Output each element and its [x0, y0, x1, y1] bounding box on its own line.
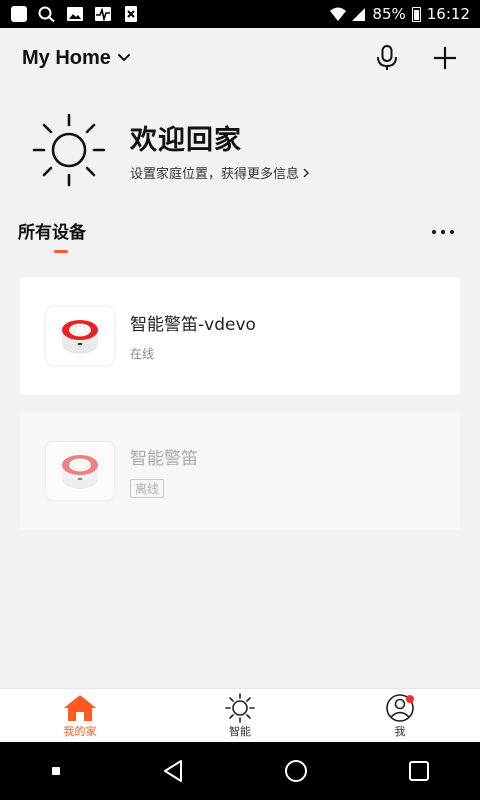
x-box-icon: [125, 6, 137, 22]
tab-label: 我: [394, 724, 406, 738]
welcome-banner[interactable]: 欢迎回家 设置家庭位置，获得更多信息: [30, 113, 460, 187]
tab-me[interactable]: 我: [320, 689, 480, 742]
device-status: 在线: [130, 347, 155, 361]
square-icon: [11, 6, 27, 22]
dot-icon[interactable]: [48, 763, 64, 779]
device-thumbnail: [46, 307, 114, 365]
status-bar: 85% 16:12: [0, 0, 480, 28]
tab-my-home[interactable]: 我的家: [0, 689, 160, 742]
device-thumbnail: [46, 442, 114, 500]
home-icon: [64, 694, 96, 721]
welcome-subtitle-text: 设置家庭位置，获得更多信息: [130, 167, 300, 182]
chevron-down-icon[interactable]: [117, 51, 131, 65]
devices-section-header: 所有设备: [18, 218, 462, 254]
chevron-right-icon: [303, 167, 310, 178]
system-nav-bar: [0, 742, 480, 800]
home-nav-icon[interactable]: [283, 758, 309, 784]
offline-badge: 离线: [130, 479, 165, 498]
signal-icon: [352, 7, 366, 21]
tab-smart[interactable]: 智能: [160, 689, 320, 742]
home-selector[interactable]: My Home: [22, 47, 111, 70]
bottom-tab-bar: 我的家 智能 我: [0, 688, 480, 742]
welcome-subtitle[interactable]: 设置家庭位置，获得更多信息: [130, 163, 313, 182]
device-name: 智能警笛-vdevo: [130, 315, 256, 335]
tab-label: 我的家: [63, 724, 97, 738]
siren-device-icon: [62, 320, 98, 354]
section-title[interactable]: 所有设备: [18, 223, 86, 243]
section-underline: [54, 250, 68, 253]
device-card[interactable]: 智能警笛-vdevo 在线: [20, 277, 460, 395]
image-icon: [67, 7, 83, 21]
battery-percent: 85%: [372, 5, 406, 23]
header: My Home: [0, 28, 480, 88]
tab-label: 智能: [229, 724, 251, 738]
profile-icon-wrap: [382, 693, 418, 723]
wifi-icon: [330, 7, 347, 21]
microphone-icon[interactable]: [376, 45, 398, 71]
siren-device-icon: [62, 455, 98, 489]
welcome-title: 欢迎回家: [130, 125, 242, 156]
add-icon[interactable]: [432, 45, 458, 71]
notification-dot: [406, 694, 414, 703]
heartbeat-icon: [95, 7, 111, 22]
device-card[interactable]: 智能警笛 离线: [20, 412, 460, 530]
search-icon: [38, 6, 55, 22]
recents-icon[interactable]: [406, 758, 432, 784]
sun-icon: [32, 113, 106, 187]
battery-icon: [411, 6, 421, 22]
sun-icon: [225, 692, 255, 723]
clock: 16:12: [426, 5, 470, 23]
device-name: 智能警笛: [130, 449, 198, 469]
back-icon[interactable]: [161, 758, 187, 784]
more-icon[interactable]: [430, 222, 456, 242]
